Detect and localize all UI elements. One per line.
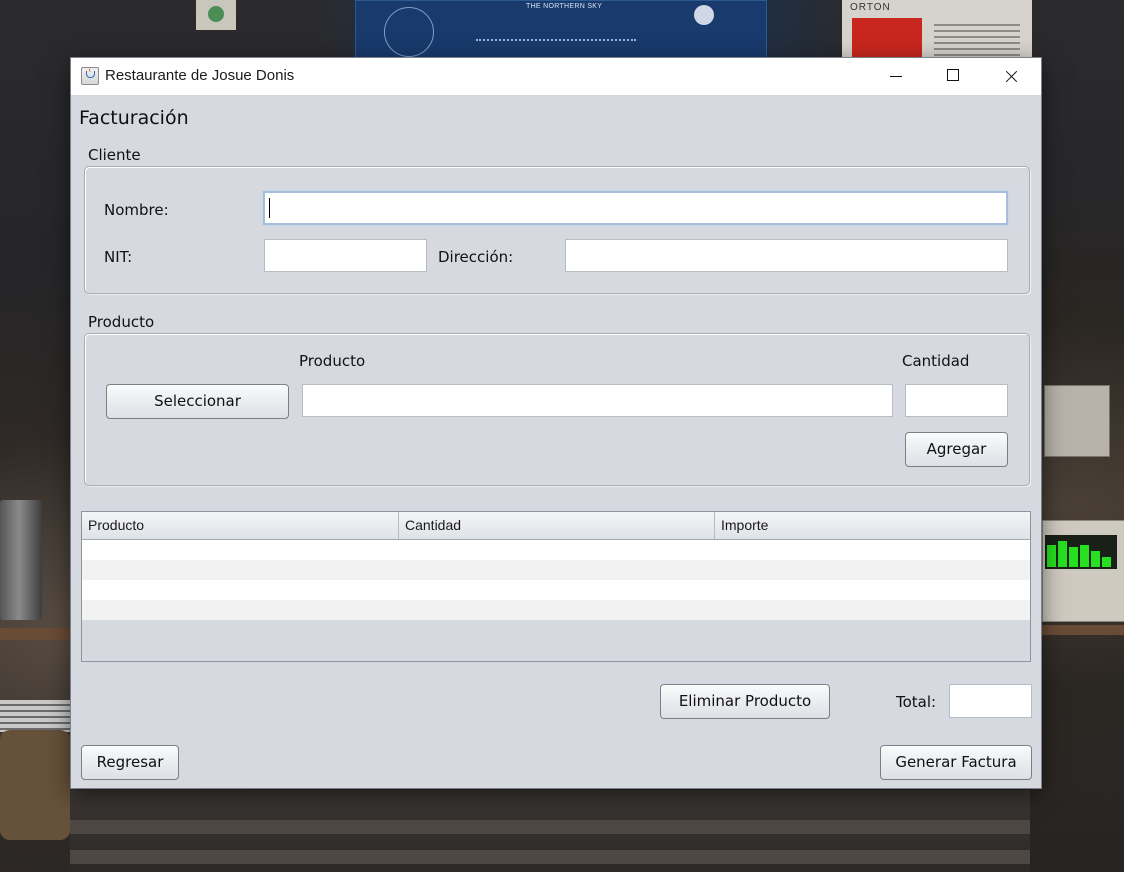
java-app-icon [81,67,99,85]
close-button[interactable] [982,58,1040,95]
page-title: Facturación [79,107,189,129]
column-header-producto[interactable]: Producto [82,512,399,539]
window-title: Restaurante de Josue Donis [105,67,295,84]
producto-section-label: Producto [88,313,155,331]
desktop-poster: THE NORTHERN SKY [355,0,767,64]
generar-factura-button[interactable]: Generar Factura [880,745,1032,780]
desktop-books [0,700,70,732]
products-table[interactable]: Producto Cantidad Importe [81,511,1031,662]
maximize-button[interactable] [924,58,982,95]
direccion-field[interactable] [565,239,1008,272]
table-row[interactable] [82,540,1030,560]
desktop-crate [70,790,1030,872]
nit-field[interactable] [264,239,427,272]
poster-text: THE NORTHERN SKY [526,3,603,10]
cantidad-field[interactable] [905,384,1008,417]
total-label: Total: [896,693,937,711]
regresar-button[interactable]: Regresar [81,745,179,780]
eliminar-producto-button[interactable]: Eliminar Producto [660,684,830,719]
column-header-cantidad[interactable]: Cantidad [399,512,715,539]
desktop-shelf-right [1042,625,1124,635]
cliente-group: Nombre: NIT: Dirección: [84,166,1030,294]
desktop-case [0,730,70,840]
cliente-section-label: Cliente [88,146,141,164]
total-field[interactable] [949,684,1032,718]
desktop-amp [1044,385,1110,457]
desktop-shelf-left [0,628,72,640]
table-row[interactable] [82,560,1030,580]
desktop-meter-machine [1042,520,1124,622]
desktop-paper-left [196,0,236,30]
table-row[interactable] [82,600,1030,620]
table-row[interactable] [82,580,1030,600]
nit-label: NIT: [104,248,133,266]
window-content: Facturación Cliente Nombre: NIT: Direcci… [71,95,1041,788]
paper-header-text: ORTON [850,2,891,13]
desktop-paper-right: ORTON [842,0,1032,60]
agregar-button[interactable]: Agregar [905,432,1008,467]
cantidad-field-label: Cantidad [902,352,970,370]
producto-field-label: Producto [299,352,366,370]
table-header: Producto Cantidad Importe [82,512,1030,540]
seleccionar-button[interactable]: Seleccionar [106,384,289,419]
desktop-jar [0,500,42,620]
direccion-label: Dirección: [438,248,514,266]
producto-group: Producto Cantidad Seleccionar Agregar [84,333,1030,486]
text-caret [269,198,270,218]
producto-field[interactable] [302,384,893,417]
minimize-button[interactable] [867,58,925,95]
nombre-label: Nombre: [104,201,169,219]
column-header-importe[interactable]: Importe [715,512,1030,539]
title-bar[interactable]: Restaurante de Josue Donis [71,58,1041,95]
app-window: Restaurante de Josue Donis Facturación C… [71,58,1041,788]
nombre-field[interactable] [263,191,1008,225]
